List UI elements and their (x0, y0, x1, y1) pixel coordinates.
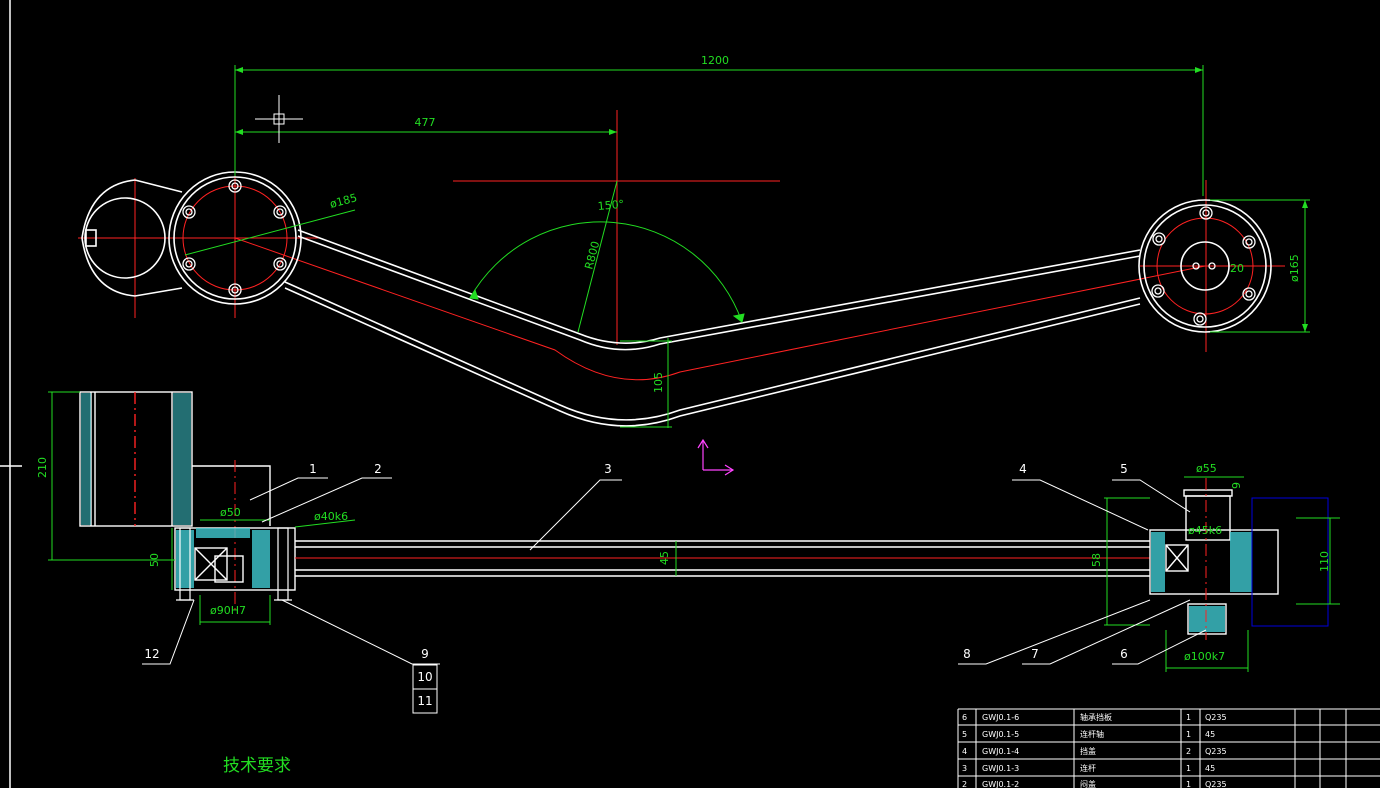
dim-shaft-fit-left: ø40k6 (314, 510, 348, 523)
row-qty: 2 (1186, 747, 1191, 756)
row-code: GWJ0.1-4 (982, 747, 1019, 756)
row-material: 45 (1205, 730, 1215, 739)
dim-right-top-dia: ø55 (1196, 462, 1217, 475)
dim-right-housing-height: 58 (1090, 553, 1103, 567)
title-block-row-1: 6 GWJ0.1-6 轴承挡板 1 Q235 (962, 712, 1227, 722)
row-code: GWJ0.1-2 (982, 780, 1019, 788)
row-qty: 1 (1186, 713, 1191, 722)
part-label-9: 9 (421, 647, 429, 661)
row-material: Q235 (1205, 713, 1227, 722)
part-label-8: 8 (963, 647, 971, 661)
row-name: 闷盖 (1080, 779, 1096, 788)
part-label-2: 2 (374, 462, 382, 476)
part-label-7: 7 (1031, 647, 1039, 661)
row-no: 4 (962, 747, 967, 756)
dim-right-flange-dia: ø165 (1288, 254, 1301, 282)
part-label-10: 10 (417, 670, 432, 684)
row-material: Q235 (1205, 780, 1227, 788)
dim-bearing-fit-left: ø90H7 (210, 604, 246, 617)
dim-tube-dia: 45 (658, 551, 671, 565)
row-no: 2 (962, 780, 967, 788)
dim-shaft-fit-right: ø45k6 (1188, 524, 1222, 537)
row-material: Q235 (1205, 747, 1227, 756)
title-block-row-5: 2 GWJ0.1-2 闷盖 1 Q235 (962, 779, 1227, 788)
dim-flange-height: 50 (148, 553, 161, 567)
dim-right-gap: 9 (1230, 482, 1243, 489)
cad-drawing-canvas[interactable]: 1200 477 ø185 150° R800 105 ø165 20 210 … (0, 0, 1380, 788)
dim-bend-angle: 150° (597, 198, 625, 213)
dim-pivot-offset: 477 (415, 116, 436, 129)
part-label-12: 12 (144, 647, 159, 661)
part-label-4: 4 (1019, 462, 1027, 476)
technical-requirements-heading: 技术要求 (223, 756, 291, 776)
row-name: 连杆轴 (1080, 729, 1104, 739)
row-name: 连杆 (1080, 763, 1096, 773)
part-label-11: 11 (417, 694, 432, 708)
row-name: 轴承挡板 (1080, 712, 1112, 722)
part-label-3: 3 (604, 462, 612, 476)
row-qty: 1 (1186, 780, 1191, 788)
title-block-row-3: 4 GWJ0.1-4 挡盖 2 Q235 (962, 746, 1227, 756)
dim-arm-height: 105 (652, 372, 665, 393)
part-label-6: 6 (1120, 647, 1128, 661)
row-no: 3 (962, 764, 967, 773)
drawing-background (0, 0, 1380, 788)
row-material: 45 (1205, 764, 1215, 773)
part-label-1: 1 (309, 462, 317, 476)
row-qty: 1 (1186, 730, 1191, 739)
row-code: GWJ0.1-3 (982, 764, 1019, 773)
row-no: 6 (962, 713, 967, 722)
part-label-5: 5 (1120, 462, 1128, 476)
row-qty: 1 (1186, 764, 1191, 773)
row-code: GWJ0.1-6 (982, 713, 1019, 722)
row-no: 5 (962, 730, 967, 739)
dim-bore-dia: ø50 (220, 506, 241, 519)
row-name: 挡盖 (1080, 746, 1096, 756)
dim-total-length: 1200 (701, 54, 729, 67)
dim-housing-height: 210 (36, 457, 49, 478)
dim-bearing-fit-right: ø100k7 (1184, 650, 1225, 663)
row-code: GWJ0.1-5 (982, 730, 1019, 739)
dim-right-bolt-circle: 20 (1230, 262, 1244, 275)
dim-right-flange-height: 110 (1318, 551, 1331, 572)
